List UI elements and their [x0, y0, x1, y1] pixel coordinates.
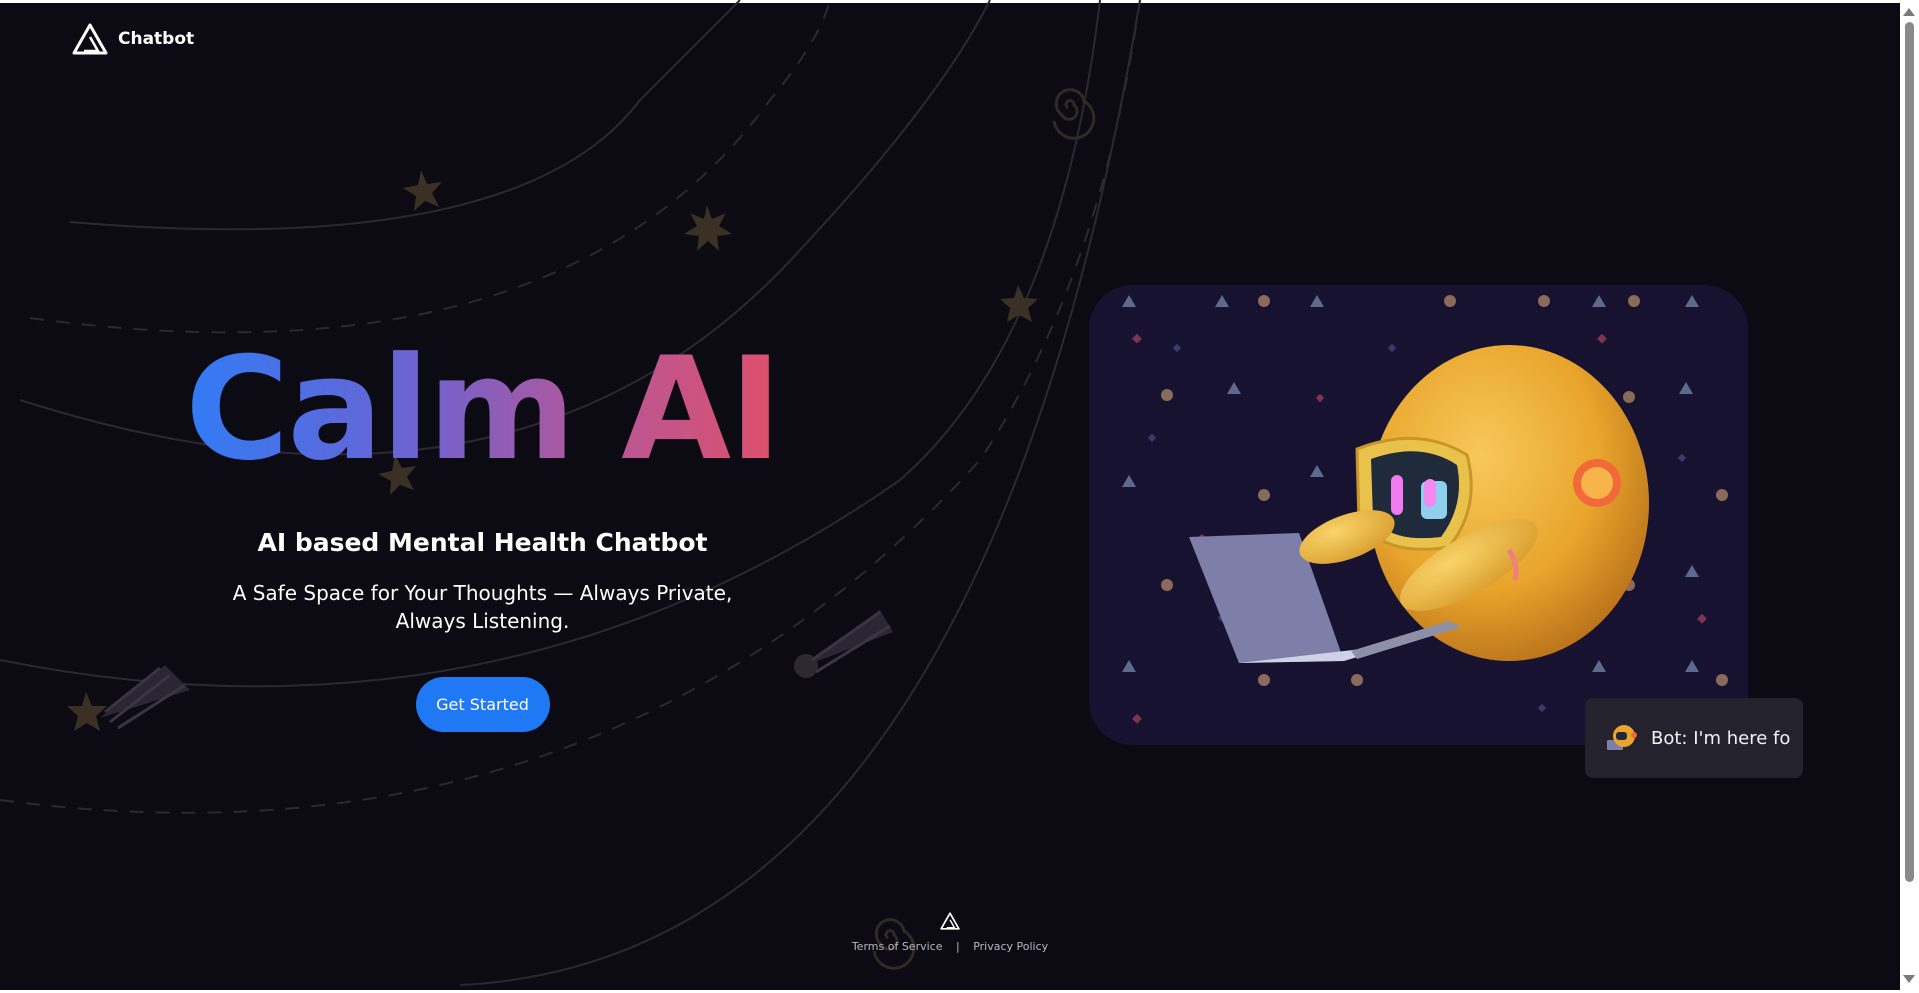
star-shape	[67, 692, 107, 731]
chat-preview-bubble[interactable]: Bot: I'm here fo	[1585, 698, 1803, 778]
footer-links: Terms of Service | Privacy Policy	[0, 940, 1900, 953]
hero-description: A Safe Space for Your Thoughts — Always …	[232, 581, 733, 633]
scroll-down-arrow-icon[interactable]	[1903, 975, 1915, 983]
star-shape	[403, 170, 442, 211]
landing-page: Chatbot Calm AI AI based Mental Health C…	[0, 0, 1919, 993]
robot-illustration-card	[1089, 285, 1748, 745]
star-shape	[684, 205, 732, 251]
terms-of-service-link[interactable]: Terms of Service	[852, 940, 943, 953]
bot-avatar-icon	[1607, 725, 1637, 750]
robot-with-laptop-illustration	[1089, 285, 1748, 745]
header-brand[interactable]: Chatbot	[72, 22, 194, 56]
hero-title: Calm AI	[180, 330, 785, 490]
get-started-button[interactable]: Get Started	[415, 677, 550, 732]
footer-separator: |	[955, 940, 960, 953]
footer-logo-icon	[940, 912, 960, 934]
scroll-up-arrow-icon[interactable]	[1903, 8, 1915, 16]
hero-section: Calm AI AI based Mental Health Chatbot A…	[180, 330, 785, 732]
chat-preview-text: Bot: I'm here fo	[1651, 727, 1791, 749]
spiral-shape	[1052, 88, 1096, 140]
footer: Terms of Service | Privacy Policy	[0, 912, 1900, 953]
brand-name: Chatbot	[118, 29, 195, 49]
scrollbar-thumb[interactable]	[1905, 22, 1914, 882]
triangle-logo-icon	[72, 23, 108, 55]
hero-subtitle: AI based Mental Health Chatbot	[257, 528, 708, 557]
privacy-policy-link[interactable]: Privacy Policy	[973, 940, 1048, 953]
